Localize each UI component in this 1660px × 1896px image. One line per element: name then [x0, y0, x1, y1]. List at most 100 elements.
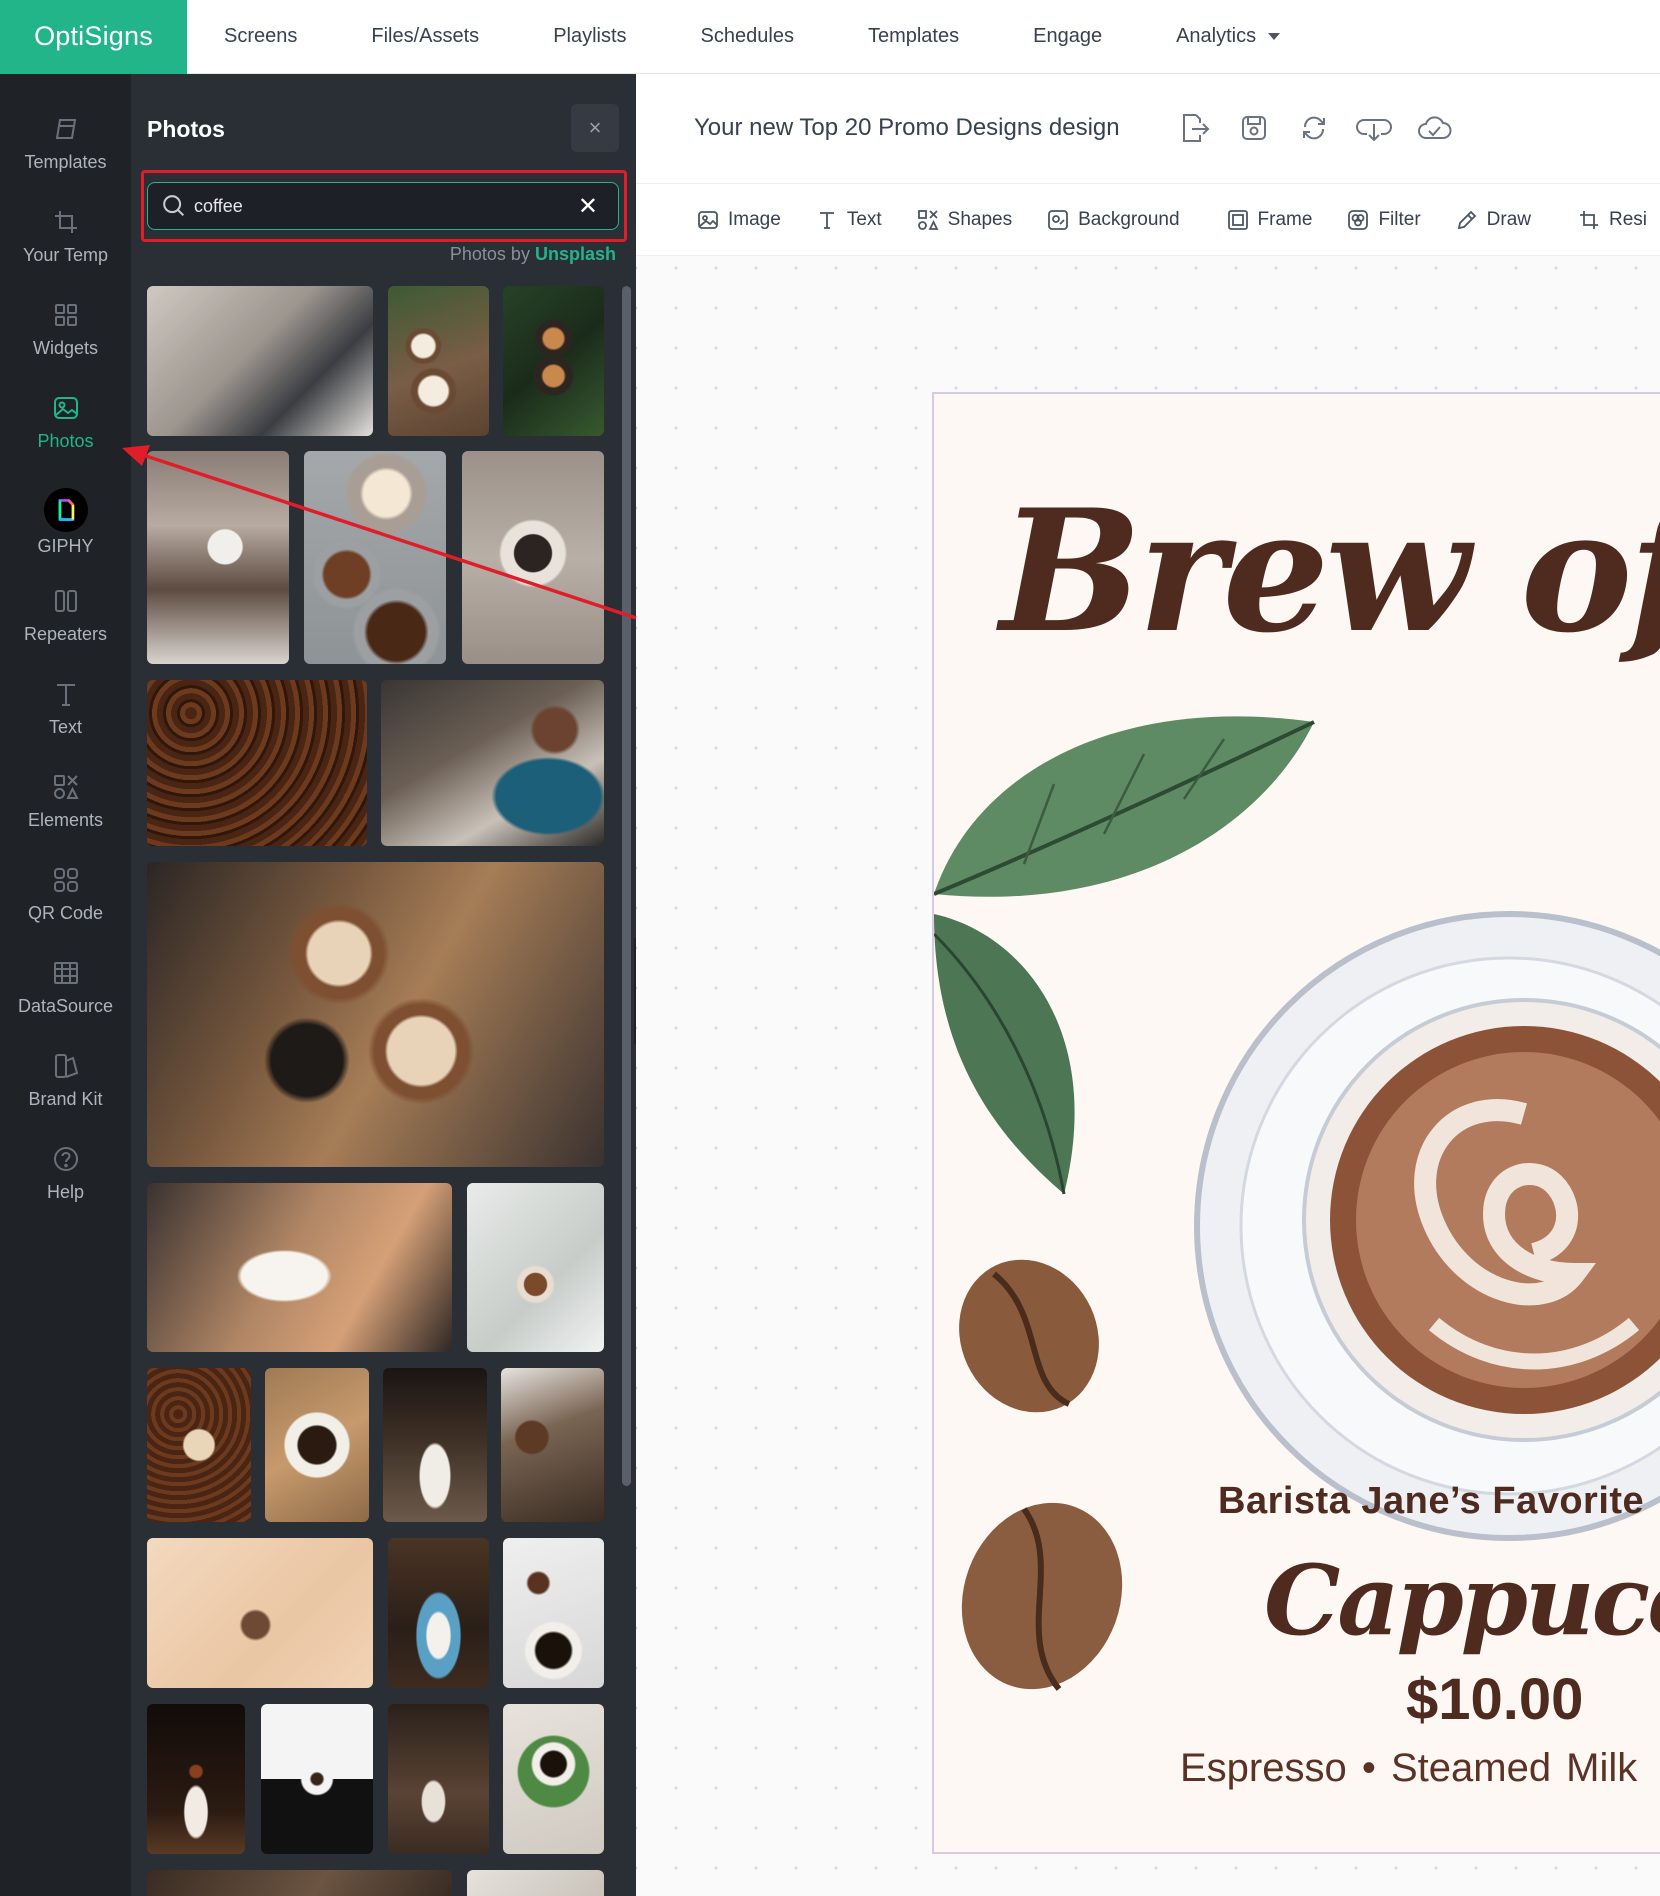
close-icon[interactable]: ×: [571, 104, 619, 152]
photo-thumbnail[interactable]: [304, 451, 446, 664]
search-field[interactable]: ✕: [147, 182, 619, 230]
photo-thumbnail[interactable]: [501, 1368, 604, 1522]
rail-text[interactable]: Text: [0, 679, 131, 759]
tool-text-label: Text: [846, 208, 882, 230]
coffee-bean-graphic[interactable]: [936, 1480, 1148, 1712]
tool-image[interactable]: Image: [696, 208, 781, 232]
photo-thumbnail[interactable]: [503, 1538, 604, 1688]
rail-brand-kit-label: Brand Kit: [28, 1089, 103, 1109]
photo-thumbnail[interactable]: [383, 1368, 487, 1522]
photo-thumbnail[interactable]: [147, 1368, 251, 1522]
coffee-bean-graphic[interactable]: [934, 1237, 1123, 1436]
brand-kit-icon: [54, 1054, 78, 1078]
top-navigation: OptiSigns Screens Files/Assets Playlists…: [0, 0, 1660, 74]
tool-draw[interactable]: Draw: [1455, 208, 1531, 232]
photo-thumbnail[interactable]: [265, 1368, 369, 1522]
photo-thumbnail[interactable]: [147, 1704, 245, 1854]
nav-items: Screens Files/Assets Playlists Schedules…: [187, 0, 1317, 74]
rail-giphy[interactable]: GIPHY: [0, 488, 131, 568]
templates-icon: [55, 119, 76, 139]
photo-thumbnail[interactable]: [467, 1870, 604, 1896]
header-actions: [1176, 110, 1452, 146]
tool-frame-label: Frame: [1257, 208, 1313, 230]
photo-thumbnail[interactable]: [388, 1704, 489, 1854]
tool-resize-label: Resi: [1609, 208, 1648, 230]
search-input[interactable]: [194, 195, 554, 217]
export-icon[interactable]: [1176, 110, 1212, 146]
design-canvas[interactable]: Brew of t Barista Jane’s Favorite Cappuc…: [932, 392, 1660, 1854]
tool-frame[interactable]: Frame: [1226, 208, 1313, 232]
cloud-check-icon[interactable]: [1416, 110, 1452, 146]
photo-thumbnail[interactable]: [147, 286, 373, 436]
sync-icon[interactable]: [1296, 110, 1332, 146]
tool-resize[interactable]: Resi: [1577, 208, 1647, 232]
rail-photos[interactable]: Photos: [0, 393, 131, 473]
tool-text[interactable]: Text: [815, 208, 882, 232]
leaf-graphic[interactable]: [934, 914, 1075, 1195]
rail-datasource[interactable]: DataSource: [0, 958, 131, 1038]
rail-widgets[interactable]: Widgets: [0, 300, 131, 380]
photo-thumbnail[interactable]: [261, 1704, 373, 1854]
design-product-name[interactable]: Cappuccin: [1264, 1544, 1660, 1657]
nav-screens[interactable]: Screens: [187, 25, 334, 48]
rail-giphy-label: GIPHY: [37, 536, 94, 556]
photo-icon: [53, 397, 78, 419]
resize-icon: [1580, 210, 1599, 229]
photo-thumbnail[interactable]: [147, 680, 367, 846]
cappuccino-cup-graphic[interactable]: [1194, 911, 1660, 1541]
design-price[interactable]: $10.00: [1406, 1666, 1583, 1733]
rail-widgets-label: Widgets: [32, 338, 99, 358]
nav-analytics[interactable]: Analytics: [1139, 25, 1317, 48]
rail-help[interactable]: Help: [0, 1144, 131, 1224]
rail-repeaters[interactable]: Repeaters: [0, 586, 131, 666]
rail-qr-code[interactable]: QR Code: [0, 865, 131, 945]
photo-thumbnail[interactable]: [147, 451, 289, 664]
photo-thumbnail[interactable]: [381, 680, 604, 846]
photo-thumbnail[interactable]: [388, 1538, 489, 1688]
rail-your-templates-label: Your Temp: [22, 245, 109, 265]
photo-credit: Photos by Unsplash: [450, 244, 616, 265]
unsplash-link[interactable]: Unsplash: [535, 244, 616, 264]
rail-repeaters-label: Repeaters: [23, 624, 108, 644]
panel-title: Photos: [147, 116, 225, 142]
nav-playlists[interactable]: Playlists: [516, 25, 663, 48]
tool-shapes[interactable]: Shapes: [916, 208, 1012, 232]
rail-brand-kit[interactable]: Brand Kit: [0, 1051, 131, 1131]
photo-thumbnail[interactable]: [503, 286, 604, 436]
clear-search-icon[interactable]: ✕: [578, 193, 598, 221]
design-subtitle[interactable]: Barista Jane’s Favorite: [1218, 1480, 1644, 1523]
rail-qr-code-label: QR Code: [27, 903, 104, 923]
photo-thumbnail[interactable]: [147, 1538, 373, 1688]
widgets-icon: [54, 304, 77, 326]
nav-files-assets[interactable]: Files/Assets: [334, 25, 516, 48]
design-title[interactable]: Your new Top 20 Promo Designs design: [694, 114, 1120, 142]
brand-logo[interactable]: OptiSigns: [0, 0, 187, 74]
nav-templates[interactable]: Templates: [831, 25, 996, 48]
rail-elements[interactable]: Elements: [0, 772, 131, 852]
photo-thumbnail[interactable]: [147, 1870, 452, 1896]
photo-thumbnail[interactable]: [462, 451, 604, 664]
save-icon[interactable]: [1236, 110, 1272, 146]
photo-thumbnail[interactable]: [147, 1183, 452, 1352]
rail-templates[interactable]: Templates: [0, 114, 131, 194]
photo-thumbnail[interactable]: [467, 1183, 604, 1352]
shapes-icon: [917, 209, 939, 230]
nav-engage[interactable]: Engage: [996, 25, 1139, 48]
credit-prefix: Photos by: [449, 244, 530, 264]
panel-scrollbar[interactable]: [622, 286, 631, 1486]
tool-filter[interactable]: Filter: [1346, 208, 1421, 232]
nav-schedules[interactable]: Schedules: [664, 25, 831, 48]
crop-icon: [54, 211, 77, 233]
tool-background[interactable]: Background: [1046, 208, 1180, 232]
rail-your-templates[interactable]: Your Temp: [0, 207, 131, 287]
photo-thumbnail[interactable]: [388, 286, 489, 436]
frame-icon: [1227, 209, 1248, 230]
photo-thumbnail[interactable]: [503, 1704, 604, 1854]
leaf-graphic[interactable]: [934, 716, 1315, 897]
photos-panel: Photos × ✕ Photos by Unsplash: [131, 74, 636, 1896]
design-ingredients[interactable]: Espresso • Steamed Milk: [1180, 1746, 1637, 1791]
download-icon[interactable]: [1356, 110, 1392, 146]
photo-thumbnail[interactable]: [147, 862, 604, 1167]
help-icon: [53, 1147, 78, 1171]
design-headline[interactable]: Brew of t: [1000, 472, 1660, 670]
